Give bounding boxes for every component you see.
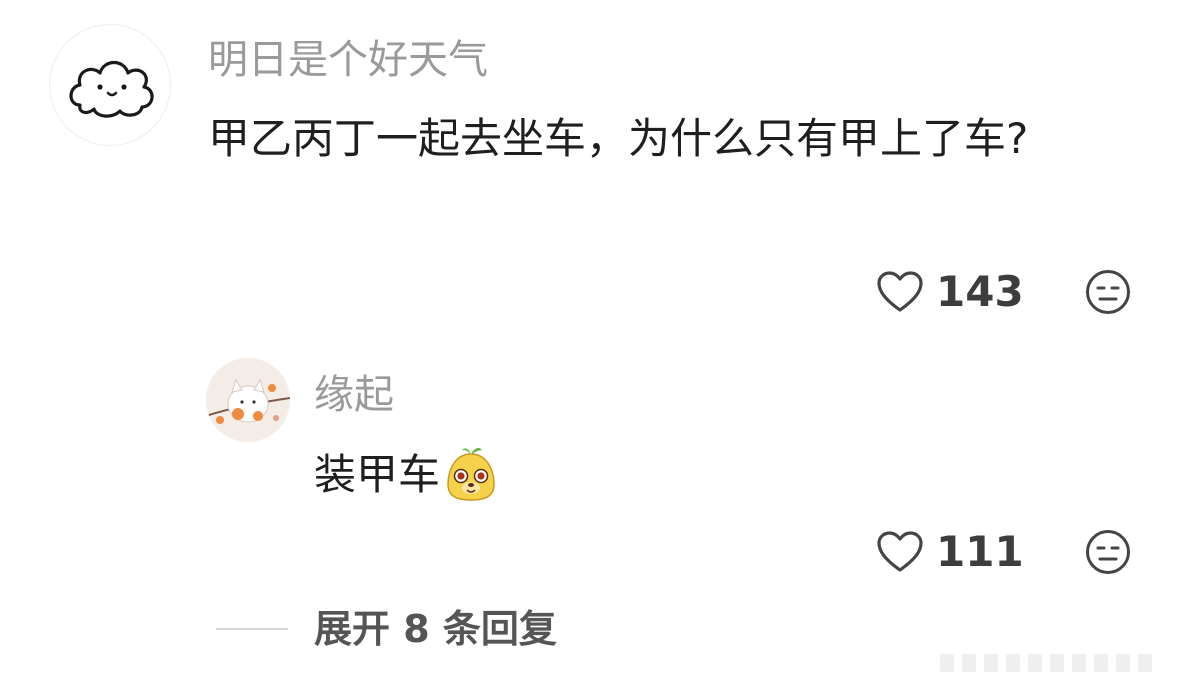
comment-like-button[interactable]: 143: [876, 267, 1024, 317]
cute-dog-emoji-icon: [447, 447, 495, 501]
expand-divider-line: [216, 628, 288, 630]
heart-outline-icon: [877, 531, 923, 572]
comment-dislike-button[interactable]: [1084, 268, 1132, 316]
watermark-logo: [940, 654, 1152, 672]
comment-like-count: 143: [936, 267, 1024, 316]
cat-illustration-avatar: [206, 358, 290, 442]
heart-outline-icon: [877, 271, 923, 312]
commenter-avatar[interactable]: [49, 24, 171, 146]
expand-replies-button[interactable]: 展开 8 条回复: [216, 610, 557, 648]
reply-like-button[interactable]: 111: [876, 527, 1024, 577]
reply-like-count: 111: [936, 527, 1024, 576]
comment-text[interactable]: 甲乙丙丁一起去坐车，为什么只有甲上了车?: [208, 102, 1088, 176]
reply-username[interactable]: 缘起: [314, 375, 394, 415]
reply-text-content: 装甲车: [314, 450, 441, 499]
reply-dislike-button[interactable]: [1084, 528, 1132, 576]
meh-face-icon: [1086, 270, 1130, 314]
commenter-username[interactable]: 明日是个好天气: [208, 40, 488, 80]
reply-avatar[interactable]: [206, 358, 290, 442]
meh-face-icon: [1086, 530, 1130, 574]
expand-replies-label: 展开 8 条回复: [314, 607, 557, 651]
cloud-face-icon: [69, 60, 154, 118]
reply-text[interactable]: 装甲车: [314, 438, 500, 512]
